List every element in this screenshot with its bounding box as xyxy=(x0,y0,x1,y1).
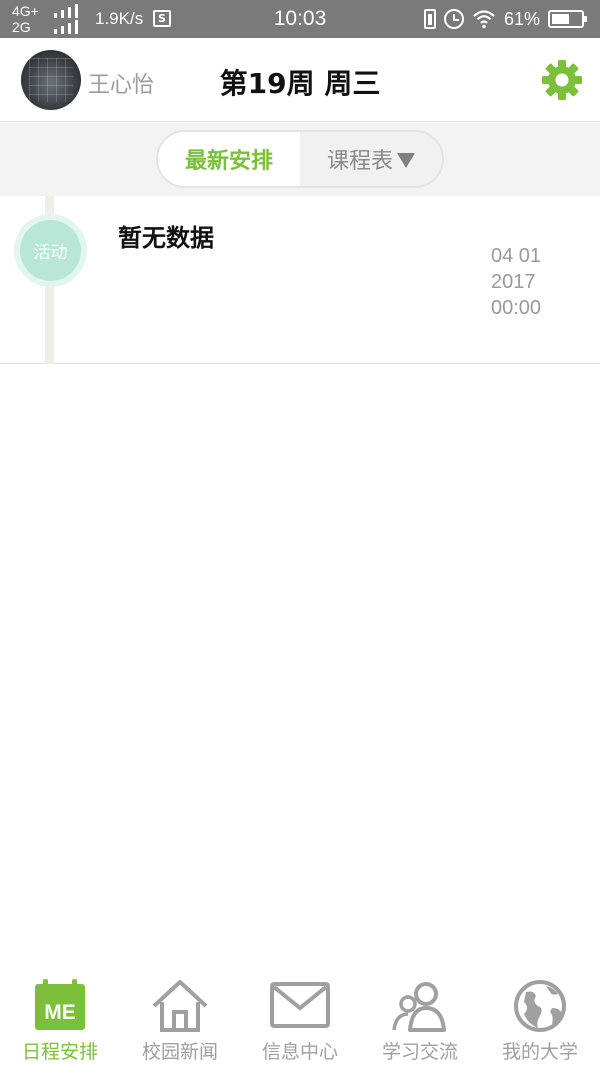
nav-item-schedule[interactable]: ME 日程安排 xyxy=(0,970,120,1067)
nav-label: 信息中心 xyxy=(261,1041,338,1063)
segmented-control: 最新安排 课程表 xyxy=(156,130,444,188)
nav-label: 校园新闻 xyxy=(141,1041,218,1063)
app-header: 王心怡 第19周 周三 xyxy=(0,38,600,122)
activity-badge: 活动 xyxy=(14,214,87,287)
timestamp-date: 04 01 xyxy=(491,245,542,267)
nav-item-info-center[interactable]: 信息中心 xyxy=(240,970,360,1067)
wifi-icon xyxy=(473,10,495,29)
nav-item-my-university[interactable]: 我的大学 xyxy=(480,970,600,1067)
globe-icon xyxy=(514,980,566,1032)
svg-text:ME: ME xyxy=(44,1001,76,1024)
nav-item-study-exchange[interactable]: 学习交流 xyxy=(360,970,480,1067)
alarm-icon xyxy=(443,9,464,29)
nav-label: 日程安排 xyxy=(21,1041,98,1063)
home-icon xyxy=(152,980,208,1032)
calendar-me-icon: ME xyxy=(35,979,85,1030)
nav-item-campus-news[interactable]: 校园新闻 xyxy=(120,970,240,1067)
gear-icon[interactable] xyxy=(540,58,584,102)
envelope-icon xyxy=(270,982,330,1028)
tab-label: 最新安排 xyxy=(184,149,273,174)
charging-icon xyxy=(423,9,436,29)
tab-timetable[interactable]: 课程表 xyxy=(300,132,442,186)
timestamp-year: 2017 xyxy=(491,271,536,293)
battery-percent: 61% xyxy=(503,8,540,29)
activity-badge-label: 活动 xyxy=(20,220,81,281)
tab-label: 课程表 xyxy=(326,149,393,174)
people-icon xyxy=(392,982,446,1032)
timestamp: 04 01 2017 00:00 xyxy=(491,243,541,321)
timestamp-time: 00:00 xyxy=(491,297,542,319)
tab-bar: 最新安排 课程表 xyxy=(0,123,600,196)
page-title: 第19周 周三 xyxy=(219,67,381,100)
bottom-nav: ME 日程安排 校园新闻 信息中心 学习交流 我的大学 xyxy=(0,970,600,1067)
empty-state-text: 暂无数据 xyxy=(118,224,214,252)
status-bar: 4G+ 2G 1.9K/s S 10:03 61% xyxy=(0,0,600,38)
nav-label: 我的大学 xyxy=(501,1041,578,1063)
battery-icon xyxy=(548,10,587,28)
timeline-item[interactable]: 活动 暂无数据 04 01 2017 00:00 xyxy=(0,196,600,364)
nav-label: 学习交流 xyxy=(381,1041,458,1063)
tab-latest-schedule[interactable]: 最新安排 xyxy=(158,132,300,186)
dropdown-arrow-icon xyxy=(397,152,415,168)
